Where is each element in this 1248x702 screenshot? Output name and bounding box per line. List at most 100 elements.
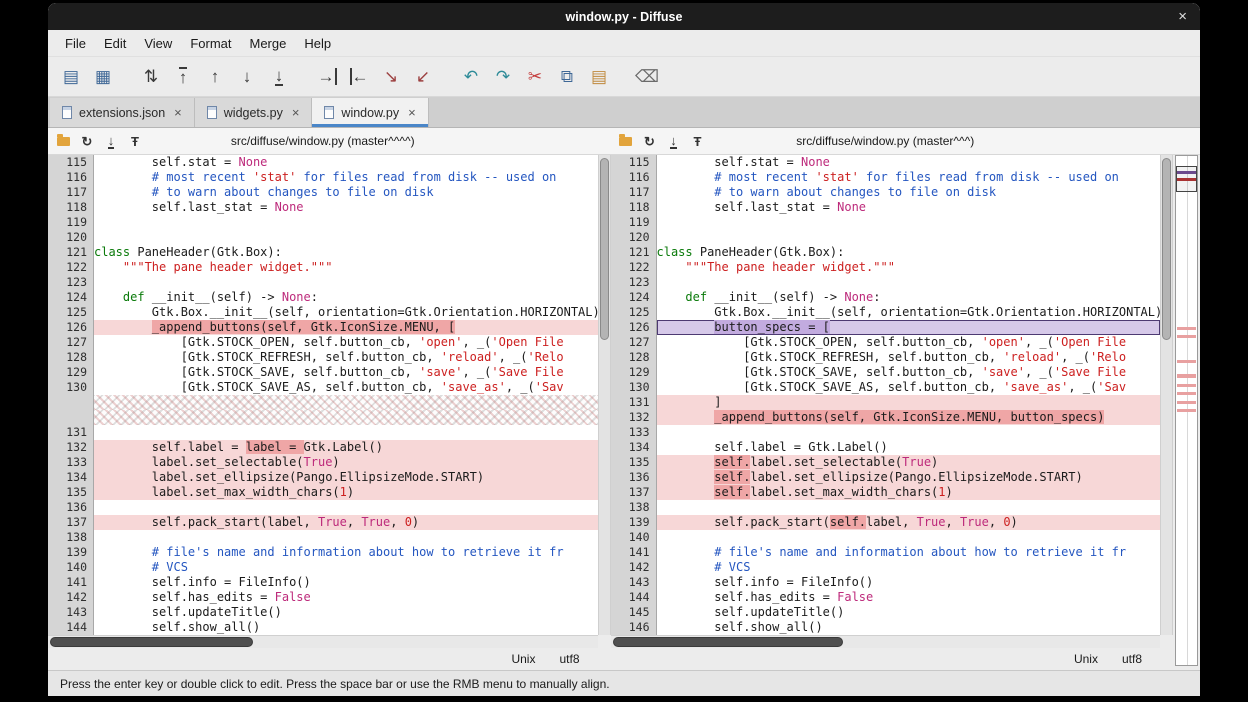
save-as-file-button[interactable]: Ŧ bbox=[687, 130, 709, 152]
code-line[interactable]: # most recent 'stat' for files read from… bbox=[94, 170, 598, 185]
left-hscroll-thumb[interactable] bbox=[50, 637, 253, 647]
code-line[interactable]: self.pack_start(self.label, True, True, … bbox=[657, 515, 1161, 530]
code-line[interactable]: self.info = FileInfo() bbox=[94, 575, 598, 590]
code-line[interactable]: Gtk.Box.__init__(self, orientation=Gtk.O… bbox=[657, 305, 1161, 320]
code-line[interactable]: label.set_ellipsize(Pango.EllipsizeMode.… bbox=[94, 470, 598, 485]
open-file-button[interactable] bbox=[615, 130, 637, 152]
clear-edits-button[interactable]: ⌫ bbox=[634, 64, 660, 90]
close-icon[interactable]: × bbox=[1178, 3, 1187, 30]
code-line[interactable] bbox=[94, 230, 598, 245]
code-line[interactable]: # VCS bbox=[94, 560, 598, 575]
code-line[interactable] bbox=[94, 530, 598, 545]
menu-merge[interactable]: Merge bbox=[240, 33, 295, 54]
last-difference-button[interactable]: ↓ bbox=[266, 64, 292, 90]
left-code-area[interactable]: self.stat = None # most recent 'stat' fo… bbox=[94, 155, 598, 635]
code-line[interactable]: self.has_edits = False bbox=[657, 590, 1161, 605]
first-difference-button[interactable]: ↑ bbox=[170, 64, 196, 90]
code-line[interactable] bbox=[657, 215, 1161, 230]
tab-extensions-json[interactable]: extensions.json× bbox=[50, 98, 195, 127]
code-line[interactable]: class PaneHeader(Gtk.Box): bbox=[94, 245, 598, 260]
tab-close-icon[interactable]: × bbox=[408, 105, 416, 120]
realign-all-button[interactable]: ⇅ bbox=[138, 64, 164, 90]
code-line[interactable]: [Gtk.STOCK_SAVE, self.button_cb, 'save',… bbox=[94, 365, 598, 380]
titlebar[interactable]: window.py - Diffuse × bbox=[48, 3, 1200, 30]
tab-close-icon[interactable]: × bbox=[292, 105, 300, 120]
code-line[interactable]: self.stat = None bbox=[657, 155, 1161, 170]
save-as-file-button[interactable]: Ŧ bbox=[124, 130, 146, 152]
code-line[interactable] bbox=[657, 230, 1161, 245]
code-line[interactable]: # to warn about changes to file on disk bbox=[94, 185, 598, 200]
tab-window-py[interactable]: window.py× bbox=[312, 98, 428, 127]
code-line[interactable]: self.info = FileInfo() bbox=[657, 575, 1161, 590]
code-line[interactable]: [Gtk.STOCK_OPEN, self.button_cb, 'open',… bbox=[94, 335, 598, 350]
code-line[interactable]: [Gtk.STOCK_REFRESH, self.button_cb, 'rel… bbox=[657, 350, 1161, 365]
code-line[interactable]: def __init__(self) -> None: bbox=[657, 290, 1161, 305]
reload-file-button[interactable]: ↻ bbox=[76, 130, 98, 152]
code-line[interactable]: self.updateTitle() bbox=[94, 605, 598, 620]
code-line[interactable]: label.set_max_width_chars(1) bbox=[94, 485, 598, 500]
code-line[interactable] bbox=[94, 500, 598, 515]
alignment-gap-hatch[interactable] bbox=[94, 410, 598, 425]
code-line[interactable] bbox=[94, 215, 598, 230]
reload-file-button[interactable]: ↻ bbox=[639, 130, 661, 152]
code-line[interactable]: # VCS bbox=[657, 560, 1161, 575]
code-line[interactable]: def __init__(self) -> None: bbox=[94, 290, 598, 305]
merge-from-left-button[interactable]: ↘ bbox=[378, 64, 404, 90]
code-line[interactable]: self.label.set_max_width_chars(1) bbox=[657, 485, 1161, 500]
new-2way-merge-button[interactable]: ▤ bbox=[58, 64, 84, 90]
menu-view[interactable]: View bbox=[135, 33, 181, 54]
code-line[interactable]: # most recent 'stat' for files read from… bbox=[657, 170, 1161, 185]
copy-selection-right-button[interactable]: → bbox=[314, 64, 340, 90]
code-line[interactable]: self.label = label = Gtk.Label() bbox=[94, 440, 598, 455]
code-line[interactable]: # file's name and information about how … bbox=[657, 545, 1161, 560]
left-vscroll-thumb[interactable] bbox=[600, 158, 609, 340]
right-horizontal-scrollbar[interactable] bbox=[611, 635, 1161, 648]
code-line[interactable]: _append_buttons(self, Gtk.IconSize.MENU,… bbox=[657, 410, 1161, 425]
copy-button[interactable]: ⧉ bbox=[554, 64, 580, 90]
code-line[interactable]: self.last_stat = None bbox=[94, 200, 598, 215]
tab-widgets-py[interactable]: widgets.py× bbox=[195, 98, 313, 127]
code-line[interactable]: self.updateTitle() bbox=[657, 605, 1161, 620]
code-line[interactable] bbox=[657, 275, 1161, 290]
code-line[interactable]: button_specs = [ bbox=[657, 320, 1161, 335]
code-line[interactable]: [Gtk.STOCK_OPEN, self.button_cb, 'open',… bbox=[657, 335, 1161, 350]
code-line[interactable]: self.has_edits = False bbox=[94, 590, 598, 605]
save-file-button[interactable]: ↓ bbox=[100, 130, 122, 152]
save-file-button[interactable]: ↓ bbox=[663, 130, 685, 152]
right-vscroll-thumb[interactable] bbox=[1162, 158, 1171, 340]
left-horizontal-scrollbar[interactable] bbox=[48, 635, 598, 648]
copy-selection-left-button[interactable]: ← bbox=[346, 64, 372, 90]
paste-button[interactable]: ▤ bbox=[586, 64, 612, 90]
code-line[interactable]: """The pane header widget.""" bbox=[657, 260, 1161, 275]
code-line[interactable]: self.pack_start(label, True, True, 0) bbox=[94, 515, 598, 530]
code-line[interactable]: self.stat = None bbox=[94, 155, 598, 170]
alignment-gap-hatch[interactable] bbox=[94, 395, 598, 410]
diff-overview-map[interactable] bbox=[1173, 128, 1200, 670]
code-line[interactable] bbox=[657, 500, 1161, 515]
code-line[interactable]: class PaneHeader(Gtk.Box): bbox=[657, 245, 1161, 260]
code-line[interactable]: ] bbox=[657, 395, 1161, 410]
cut-button[interactable]: ✂ bbox=[522, 64, 548, 90]
code-line[interactable]: self.last_stat = None bbox=[657, 200, 1161, 215]
open-file-button[interactable] bbox=[52, 130, 74, 152]
menu-edit[interactable]: Edit bbox=[95, 33, 135, 54]
right-vertical-scrollbar[interactable] bbox=[1160, 128, 1173, 670]
right-hscroll-thumb[interactable] bbox=[613, 637, 844, 647]
redo-button[interactable]: ↷ bbox=[490, 64, 516, 90]
code-line[interactable]: """The pane header widget.""" bbox=[94, 260, 598, 275]
code-line[interactable]: [Gtk.STOCK_SAVE_AS, self.button_cb, 'sav… bbox=[94, 380, 598, 395]
code-line[interactable]: self.label = Gtk.Label() bbox=[657, 440, 1161, 455]
code-line[interactable] bbox=[94, 275, 598, 290]
diff-overview-map-body[interactable] bbox=[1175, 155, 1198, 666]
code-line[interactable] bbox=[657, 425, 1161, 440]
tab-close-icon[interactable]: × bbox=[174, 105, 182, 120]
code-line[interactable]: [Gtk.STOCK_SAVE_AS, self.button_cb, 'sav… bbox=[657, 380, 1161, 395]
next-difference-button[interactable]: ↓ bbox=[234, 64, 260, 90]
code-line[interactable]: # file's name and information about how … bbox=[94, 545, 598, 560]
code-line[interactable] bbox=[94, 425, 598, 440]
code-line[interactable]: [Gtk.STOCK_SAVE, self.button_cb, 'save',… bbox=[657, 365, 1161, 380]
code-line[interactable]: self.label.set_selectable(True) bbox=[657, 455, 1161, 470]
code-line[interactable]: self.show_all() bbox=[94, 620, 598, 635]
right-code-area[interactable]: self.stat = None # most recent 'stat' fo… bbox=[657, 155, 1161, 635]
undo-button[interactable]: ↶ bbox=[458, 64, 484, 90]
